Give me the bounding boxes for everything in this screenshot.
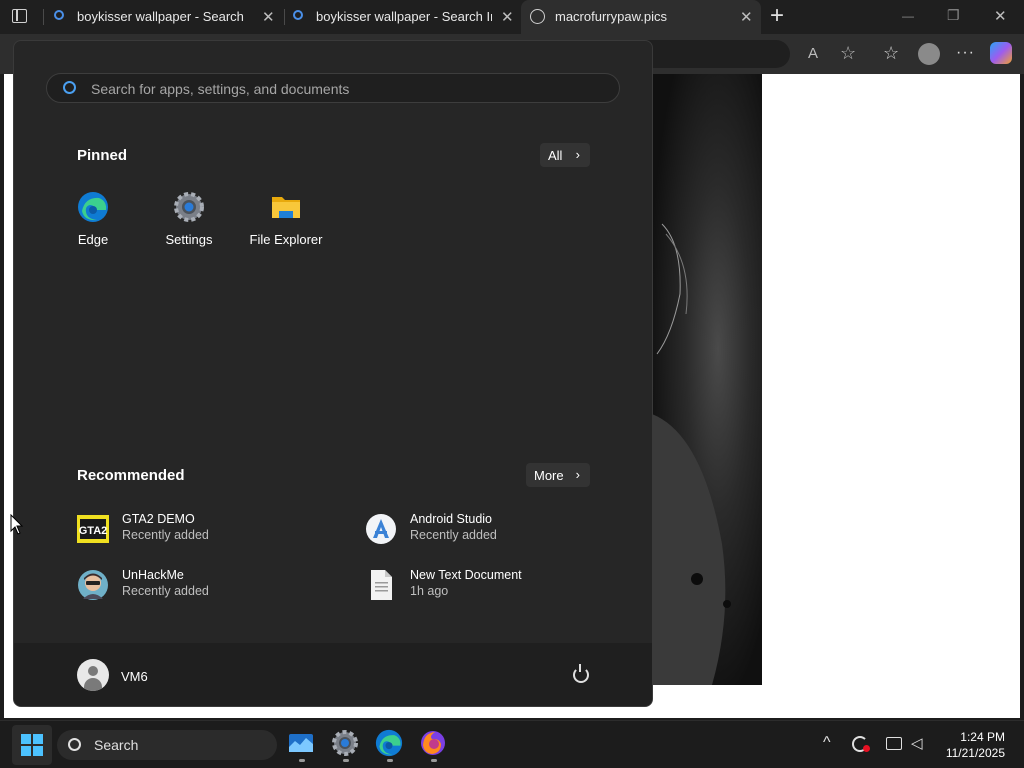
power-icon[interactable] (573, 664, 589, 683)
copilot-icon[interactable] (990, 42, 1012, 64)
file-explorer-icon (272, 197, 300, 218)
taskbar-search-label: Search (94, 737, 139, 753)
gta2-icon: GTA2 (77, 515, 109, 543)
all-apps-button[interactable]: All › (540, 143, 590, 167)
search-icon (63, 81, 76, 94)
chevron-right-icon: › (575, 147, 580, 162)
user-avatar[interactable] (77, 659, 109, 691)
pinned-app-label: File Explorer (249, 232, 323, 247)
browser-tab-strip: boykisser wallpaper - Search ✕ boykisser… (0, 0, 1024, 34)
person-icon (88, 666, 98, 676)
taskbar-app-settings[interactable] (331, 729, 361, 762)
start-user-bar: VM6 (14, 643, 652, 706)
taskbar-app-widgets[interactable] (287, 729, 317, 762)
recommended-item-subtitle: Recently added (122, 584, 209, 598)
more-options-icon[interactable]: ··· (956, 44, 975, 62)
favorites-icon[interactable]: ☆ (883, 43, 899, 64)
tab-title: boykisser wallpaper - Search Imag (316, 9, 492, 24)
edge-icon (78, 192, 108, 222)
widgets-icon (289, 734, 313, 752)
pinned-app-label: Settings (165, 232, 213, 247)
chevron-right-icon: › (575, 467, 580, 482)
firefox-icon (421, 731, 445, 755)
pinned-app-edge[interactable]: Edge (45, 191, 141, 261)
restore-button[interactable]: ❐ (947, 7, 960, 24)
edge-icon (375, 729, 403, 757)
recommended-item-name: New Text Document (410, 568, 522, 582)
windows-logo-icon (21, 734, 43, 756)
start-search-box[interactable]: Search for apps, settings, and documents (46, 73, 620, 103)
recommended-item-name: UnHackMe (122, 568, 184, 582)
all-apps-label: All (548, 147, 563, 163)
search-icon (68, 738, 81, 751)
pinned-app-file-explorer[interactable]: File Explorer (238, 191, 334, 261)
android-studio-icon (366, 514, 396, 544)
close-tab-icon[interactable]: ✕ (262, 8, 275, 26)
wallpaper-image (652, 74, 762, 685)
tab-actions-icon[interactable] (12, 9, 27, 23)
settings-icon (174, 192, 204, 222)
taskbar-search-box[interactable]: Search (57, 730, 277, 760)
recommended-item-name: GTA2 DEMO (122, 512, 195, 526)
recommended-item-unhackme[interactable]: UnHackMe Recently added (77, 565, 327, 609)
read-aloud-icon[interactable]: A (808, 45, 818, 62)
favorite-star-icon[interactable]: ☆ (840, 43, 856, 64)
clock-time[interactable]: 1:24 PM (915, 730, 1005, 744)
recommended-heading: Recommended (77, 467, 185, 484)
recommended-item-subtitle: Recently added (410, 528, 497, 542)
globe-icon (530, 9, 545, 24)
taskbar-app-firefox[interactable] (419, 729, 449, 762)
close-window-button[interactable]: ✕ (994, 7, 1007, 25)
minimize-button[interactable]: — (902, 9, 914, 23)
recommended-item-subtitle: Recently added (122, 528, 209, 542)
unhackme-icon (78, 570, 108, 600)
user-name[interactable]: VM6 (121, 669, 148, 684)
browser-tab-active[interactable]: macrofurrypaw.pics ✕ (521, 0, 761, 34)
tab-title: macrofurrypaw.pics (555, 9, 667, 24)
recommended-item-gta2[interactable]: GTA2 GTA2 DEMO Recently added (77, 509, 327, 553)
start-menu: Search for apps, settings, and documents… (13, 40, 653, 707)
taskbar: Search ^ ◁ 1:24 PM 11/21/2025 (0, 720, 1024, 768)
recommended-item-subtitle: 1h ago (410, 584, 449, 598)
new-tab-button[interactable]: + (770, 2, 784, 30)
search-icon (54, 10, 64, 20)
browser-tab-search[interactable]: boykisser wallpaper - Search ✕ (44, 0, 284, 34)
profile-avatar-icon[interactable] (918, 43, 940, 65)
search-placeholder: Search for apps, settings, and documents (91, 81, 350, 97)
svg-text:GTA2: GTA2 (79, 525, 108, 537)
taskbar-app-edge[interactable] (375, 729, 405, 762)
more-label: More (534, 467, 564, 483)
browser-tab-images[interactable]: boykisser wallpaper - Search Imag ✕ (285, 0, 521, 34)
pinned-app-settings[interactable]: Settings (141, 191, 237, 261)
search-icon (293, 10, 303, 20)
pinned-heading: Pinned (77, 147, 128, 164)
pinned-app-label: Edge (77, 232, 109, 247)
close-tab-icon[interactable]: ✕ (501, 8, 514, 26)
more-recommended-button[interactable]: More › (526, 463, 590, 487)
tray-overflow-chevron-icon[interactable]: ^ (823, 734, 831, 752)
settings-icon (332, 730, 358, 756)
tab-title: boykisser wallpaper - Search (77, 9, 244, 24)
start-button[interactable] (12, 725, 52, 765)
clock-date[interactable]: 11/21/2025 (915, 746, 1005, 760)
sync-icon[interactable] (852, 736, 870, 752)
network-icon[interactable] (886, 737, 902, 750)
recommended-item-text-document[interactable]: New Text Document 1h ago (365, 565, 615, 609)
text-document-icon (371, 570, 392, 600)
mouse-cursor-icon (10, 514, 24, 535)
recommended-item-name: Android Studio (410, 512, 493, 526)
recommended-item-android-studio[interactable]: Android Studio Recently added (365, 509, 615, 553)
close-tab-icon[interactable]: ✕ (740, 8, 753, 26)
